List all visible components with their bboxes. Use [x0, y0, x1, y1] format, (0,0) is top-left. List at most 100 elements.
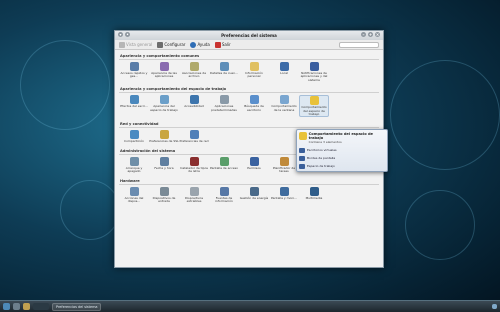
system-tray[interactable]	[492, 303, 497, 310]
settings-module-item[interactable]: Apariencia de las aplicaciones	[149, 62, 179, 82]
startup-icon	[129, 156, 139, 166]
minimize-icon[interactable]: –	[361, 32, 366, 37]
settings-module-label: Apariencia del espacio de trabajo	[150, 104, 178, 112]
settings-module-item[interactable]: Comportamiento del espacio de trabajo	[299, 95, 329, 118]
settings-module-label: Apariencia de las aplicaciones	[151, 71, 177, 79]
help-icon	[190, 41, 197, 48]
window-menu-icon[interactable]: ▾	[118, 32, 123, 37]
task-scheduler-icon	[279, 156, 289, 166]
settings-module-label: Efectos del escri...	[120, 104, 148, 109]
device-actions-icon	[129, 186, 139, 196]
settings-module-item[interactable]: Compartición	[119, 130, 149, 143]
settings-module-item[interactable]: Aplicaciones predeterminadas	[209, 95, 239, 117]
shortcuts-icon	[129, 62, 139, 71]
toolbar: Vista general Configurar Ayuda Salir	[115, 40, 383, 50]
settings-module-label: Aplicaciones predeterminadas	[211, 104, 237, 112]
network-icon	[189, 130, 199, 140]
settings-module-item[interactable]: Dispositivos de entrada	[149, 186, 179, 204]
desktop-effects-icon	[129, 95, 139, 105]
settings-module-label: Accesibilidad	[184, 104, 204, 109]
settings-module-item[interactable]: Preferencias de red	[179, 130, 209, 143]
settings-module-item[interactable]: Permisos	[239, 156, 269, 174]
settings-module-label: Preferencias de SSL	[149, 139, 179, 144]
pager-icon[interactable]	[33, 303, 49, 310]
back-button-label: Vista general	[126, 42, 153, 47]
decor-bubble	[390, 60, 500, 170]
quit-button[interactable]: Salir	[214, 41, 231, 48]
settings-module-label: Detalles de cuen...	[209, 71, 239, 75]
settings-module-item[interactable]: Instalador de tipos de letra	[179, 156, 209, 174]
workspace-icon	[299, 163, 305, 169]
settings-module-label: Multimedia	[305, 195, 323, 200]
search-input[interactable]	[339, 41, 379, 48]
settings-module-item[interactable]: Accesos rápidos y ges...	[119, 62, 149, 82]
clock-icon	[159, 156, 169, 166]
settings-module-item[interactable]: Gestión de energía	[239, 186, 269, 204]
settings-module-item[interactable]: Planificador de tareas	[269, 156, 299, 174]
settings-module-item[interactable]: Información personal	[239, 62, 269, 82]
settings-module-label: Fuentes de información	[215, 195, 233, 204]
settings-module-item[interactable]: Dispositivos extraíbles	[179, 186, 209, 204]
locale-icon	[279, 62, 289, 71]
settings-module-item[interactable]: Comportamiento de la ventana	[269, 95, 299, 117]
settings-module-item[interactable]: Apariencia del espacio de trabajo	[149, 95, 179, 117]
group-tooltip-popup: Comportamiento del espacio de trabajo Co…	[296, 129, 388, 172]
help-button[interactable]: Ayuda	[190, 41, 210, 48]
workspace-behavior-icon	[299, 132, 307, 140]
show-desktop-icon[interactable]	[13, 303, 20, 310]
settings-module-item[interactable]: Local	[269, 62, 299, 82]
popup-item-workspace[interactable]: Espacio de trabajo	[299, 162, 385, 170]
maximize-icon[interactable]: +	[368, 32, 373, 37]
notifications-icon	[309, 62, 319, 71]
settings-module-label: Pantalla y moni...	[271, 195, 297, 200]
help-button-label: Ayuda	[197, 42, 210, 47]
settings-module-label: Arranque y apagado	[125, 165, 143, 174]
settings-module-label: Dispositivos de entrada	[152, 195, 176, 204]
popup-subtitle: Contiene 3 elementos	[308, 140, 342, 144]
settings-module-item[interactable]: Fuentes de información	[209, 186, 239, 204]
settings-module-item[interactable]: Detalles de cuen...	[209, 62, 239, 82]
settings-module-label: Local	[280, 71, 288, 75]
settings-module-item[interactable]: Búsqueda de escritorio	[239, 95, 269, 117]
taskbar-task-system-settings[interactable]: Preferencias del sistema	[52, 302, 102, 311]
pin-icon[interactable]: •	[125, 32, 130, 37]
configure-button[interactable]: Configurar	[157, 41, 185, 48]
back-button[interactable]: Vista general	[119, 41, 153, 48]
personal-info-icon	[249, 62, 259, 71]
settings-module-label: Preferencias de red	[179, 139, 209, 144]
settings-module-item[interactable]: Pantalla de acceso	[209, 156, 239, 174]
close-icon[interactable]: ×	[375, 32, 380, 37]
settings-module-item[interactable]: Asociaciones de archivo	[179, 62, 209, 82]
permissions-icon	[249, 156, 259, 166]
screen-edges-icon	[299, 155, 305, 161]
settings-module-label: Acciones del dispos...	[124, 195, 144, 204]
settings-module-item[interactable]: Preferencias de SSL	[149, 130, 179, 143]
tray-icon[interactable]	[492, 303, 497, 309]
settings-module-item[interactable]: Multimedia	[299, 186, 329, 204]
settings-module-label: Comportamiento de la ventana	[271, 104, 297, 112]
settings-module-item[interactable]: Acciones del dispos...	[119, 186, 149, 204]
settings-module-item[interactable]: Arranque y apagado	[119, 156, 149, 174]
settings-module-label: Comportamiento del espacio de trabajo	[301, 105, 327, 117]
file-manager-icon[interactable]	[23, 303, 30, 310]
popup-item-label: Escritorios virtuales	[307, 148, 337, 152]
section-items: Acciones del dispos... Dispositivos de en…	[119, 185, 379, 207]
window-behavior-icon	[279, 95, 289, 105]
settings-module-label: Asociaciones de archivo	[181, 71, 207, 79]
virtual-desktops-icon	[299, 147, 305, 153]
removable-devices-icon	[189, 186, 199, 196]
settings-module-item[interactable]: Fecha y hora	[149, 156, 179, 174]
settings-module-item[interactable]: Pantalla y moni...	[269, 186, 299, 204]
quit-icon	[214, 41, 221, 48]
settings-module-item[interactable]: Accesibilidad	[179, 95, 209, 117]
quit-button-label: Salir	[221, 42, 231, 47]
section-header: Apariencia y comportamiento comunes	[119, 52, 379, 60]
settings-module-item[interactable]: Efectos del escri...	[119, 95, 149, 117]
app-appearance-icon	[159, 62, 169, 71]
app-launcher-icon[interactable]	[3, 303, 10, 310]
popup-item-screen-edges[interactable]: Bordes de pantalla	[299, 154, 385, 162]
window-titlebar[interactable]: ▾ • Preferencias del sistema – + ×	[115, 31, 383, 40]
settings-module-item[interactable]: Notificaciones de aplicaciones y del sis…	[299, 62, 329, 82]
popup-item-virtual-desktops[interactable]: Escritorios virtuales	[299, 146, 385, 154]
ssl-icon	[159, 130, 169, 140]
